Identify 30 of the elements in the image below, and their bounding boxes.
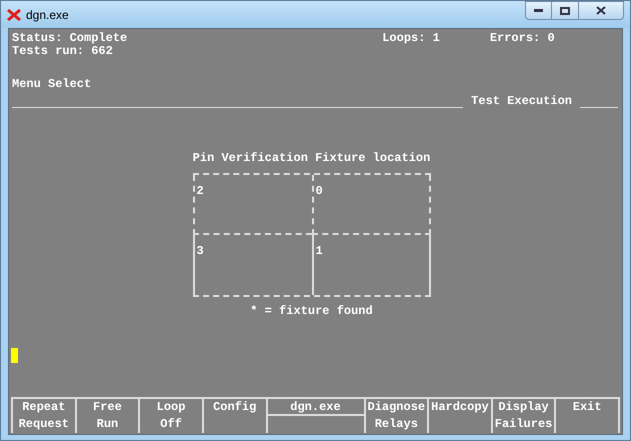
errors-text: Errors: 0 xyxy=(490,32,555,47)
function-key[interactable]: Loop Off xyxy=(138,399,202,433)
maximize-button[interactable] xyxy=(552,1,578,20)
section-heading: Test Execution xyxy=(471,95,572,108)
menu-select-text: Menu Select xyxy=(11,78,92,91)
text-cursor xyxy=(11,348,18,363)
app-icon xyxy=(7,8,21,20)
function-key[interactable]: Config xyxy=(202,399,266,433)
close-icon xyxy=(596,6,606,15)
fixture-cell: 2 xyxy=(192,175,312,235)
status-text: Status: Complete xyxy=(12,32,128,45)
tests-run-text: Tests run: 662 xyxy=(12,45,114,58)
maximize-icon xyxy=(560,6,570,14)
close-button[interactable] xyxy=(578,1,624,20)
function-key[interactable]: Display Failures xyxy=(490,399,554,433)
function-key[interactable]: dgn.exe xyxy=(266,399,364,433)
loops-text: Loops: 1 xyxy=(382,32,440,47)
window-title: dgn.exe xyxy=(26,6,69,24)
fixture-cell: 1 xyxy=(312,235,430,295)
fixture-cell: 0 xyxy=(312,175,430,235)
legend-text: * = fixture found xyxy=(250,305,373,318)
function-key[interactable]: Repeat Request xyxy=(11,399,75,433)
function-key[interactable]: Free Run xyxy=(74,399,138,433)
function-key[interactable]: Exit xyxy=(554,399,620,433)
fixture-title: Pin Verification Fixture location xyxy=(192,152,430,165)
function-key[interactable]: Hardcopy xyxy=(427,399,491,433)
minimize-icon xyxy=(534,9,543,12)
function-key[interactable]: Diagnose Relays xyxy=(364,399,428,433)
fixture-cell: 3 xyxy=(192,235,312,295)
minimize-button[interactable] xyxy=(525,1,552,20)
